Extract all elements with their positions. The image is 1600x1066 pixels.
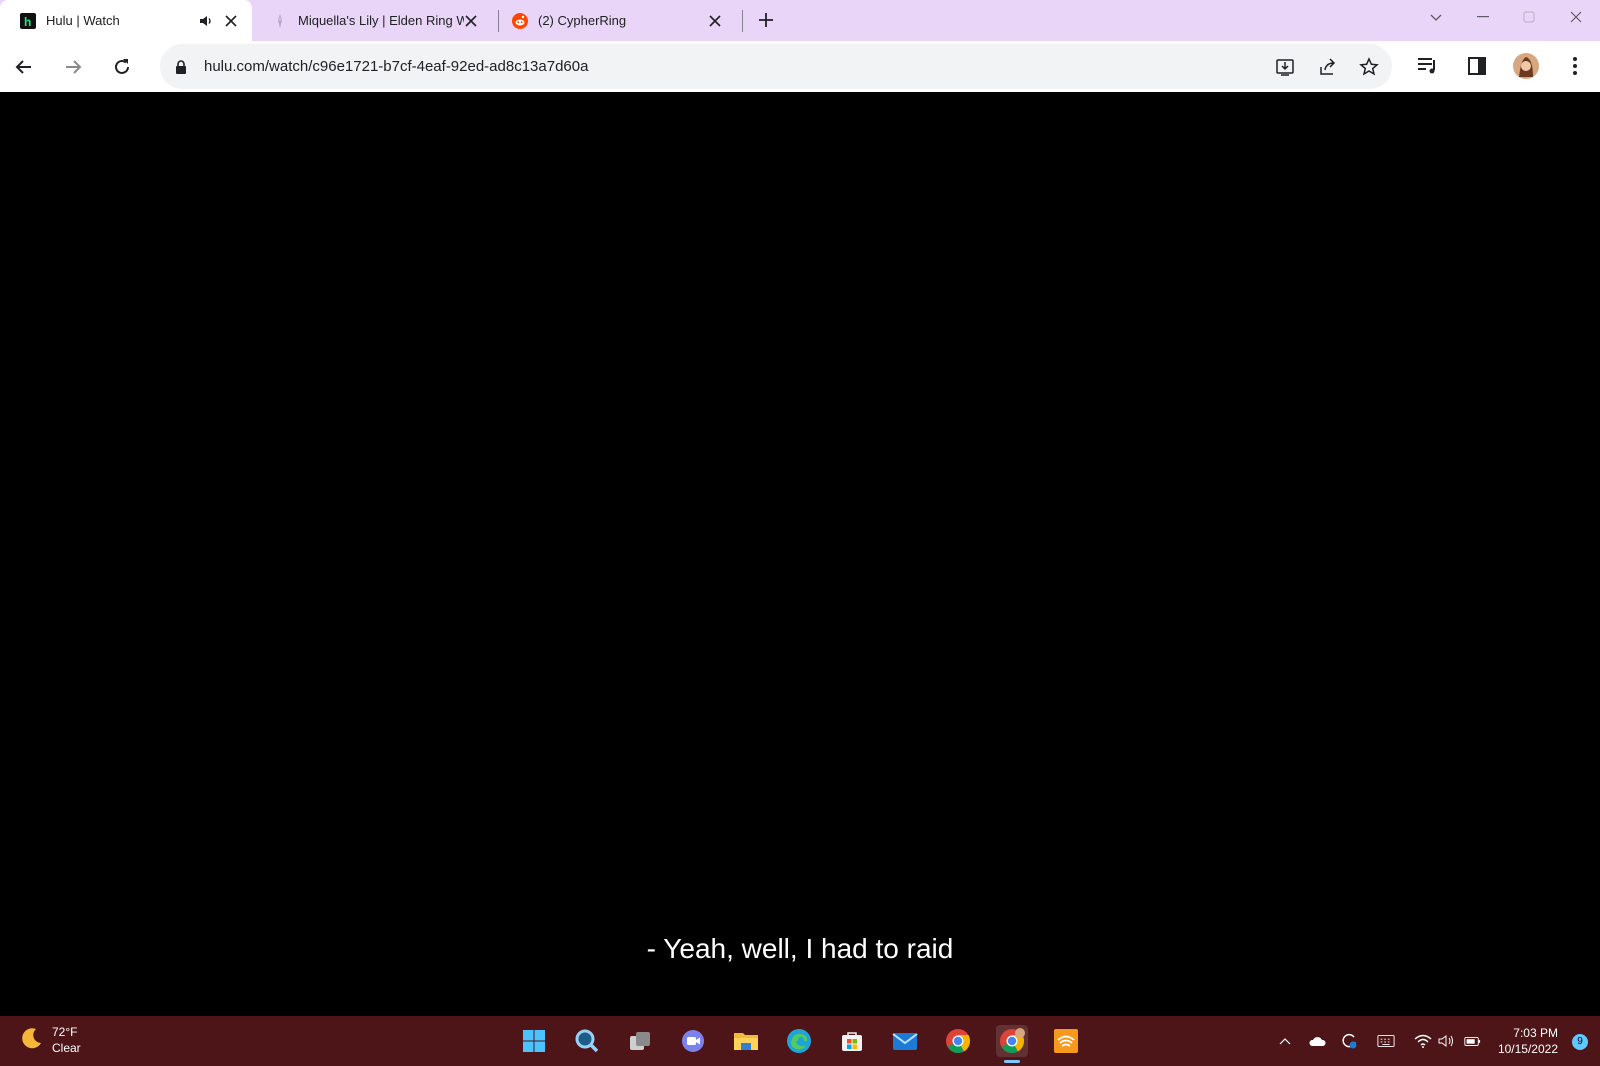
store-icon[interactable] (836, 1025, 868, 1057)
weather-widget[interactable]: 72°F Clear (18, 1024, 81, 1056)
tab-title: (2) CypherRing (538, 13, 627, 28)
side-panel-icon[interactable] (1464, 53, 1490, 79)
tab-strip: h Hulu | Watch Miquella's Lily | Elden R… (0, 0, 1600, 41)
video-player[interactable] (0, 92, 1600, 1016)
tab-search-chevron-icon[interactable] (1422, 6, 1450, 28)
tab-title: Hulu | Watch (46, 13, 120, 28)
start-windows-icon[interactable] (518, 1025, 550, 1057)
tab-miquellas-lily[interactable]: Miquella's Lily | Elden Ring Wik (252, 0, 492, 41)
windows-taskbar: 72°F Clear 7:03 PM 10/15/2022 9 (0, 1016, 1600, 1066)
search-icon[interactable] (571, 1025, 603, 1057)
moon-icon (18, 1025, 44, 1056)
sync-icon[interactable] (1340, 1032, 1358, 1050)
reload-icon[interactable] (107, 52, 137, 82)
hulu-icon: h (20, 12, 36, 29)
system-clock[interactable]: 7:03 PM 10/15/2022 (1498, 1025, 1558, 1057)
tab-separator (742, 10, 743, 32)
reddit-icon (512, 12, 528, 29)
close-window-icon[interactable] (1562, 6, 1590, 28)
maximize-icon[interactable] (1515, 6, 1543, 28)
weather-temp: 72°F (52, 1025, 78, 1039)
keyboard-icon[interactable] (1377, 1032, 1395, 1050)
speaker-icon[interactable] (198, 13, 214, 29)
close-tab-icon[interactable] (462, 12, 480, 30)
battery-icon[interactable] (1463, 1032, 1481, 1050)
address-bar[interactable]: hulu.com/watch/c96e1721-b7cf-4eaf-92ed-a… (160, 44, 1392, 89)
profile-avatar-icon[interactable] (1513, 53, 1539, 79)
weather-desc: Clear (52, 1041, 81, 1055)
share-icon[interactable] (1317, 56, 1339, 78)
close-tab-icon[interactable] (706, 12, 724, 30)
file-explorer-icon[interactable] (730, 1025, 762, 1057)
active-app-indicator (1004, 1060, 1020, 1063)
forward-arrow-icon[interactable] (58, 52, 88, 82)
chrome-profile-icon[interactable] (996, 1025, 1028, 1063)
tab-title: Miquella's Lily | Elden Ring Wik (298, 13, 464, 28)
lily-icon (272, 13, 288, 29)
bookmark-star-icon[interactable] (1358, 56, 1380, 78)
volume-icon[interactable] (1437, 1032, 1455, 1050)
url-text[interactable]: hulu.com/watch/c96e1721-b7cf-4eaf-92ed-a… (204, 44, 588, 89)
close-tab-icon[interactable] (222, 12, 240, 30)
clock-date: 10/15/2022 (1497, 1042, 1558, 1056)
more-menu-icon[interactable] (1562, 53, 1588, 79)
tab-cypherring[interactable]: (2) CypherRing (492, 0, 736, 41)
onedrive-cloud-icon[interactable] (1308, 1032, 1326, 1050)
browser-toolbar: hulu.com/watch/c96e1721-b7cf-4eaf-92ed-a… (0, 41, 1600, 92)
teams-chat-icon[interactable] (677, 1025, 709, 1057)
notification-badge[interactable]: 9 (1572, 1034, 1588, 1050)
wifi-icon[interactable] (1414, 1032, 1432, 1050)
svg-text:h: h (24, 15, 31, 29)
edge-icon[interactable] (783, 1025, 815, 1057)
lock-icon[interactable] (174, 59, 188, 75)
install-app-icon[interactable] (1274, 56, 1296, 78)
video-subtitle: - Yeah, well, I had to raid (646, 933, 954, 964)
new-tab-icon[interactable] (756, 10, 776, 30)
media-control-icon[interactable] (1415, 53, 1441, 79)
minimize-icon[interactable] (1469, 6, 1497, 28)
show-hidden-icons-chevron-icon[interactable] (1276, 1032, 1294, 1050)
task-view-icon[interactable] (624, 1025, 656, 1057)
tab-hulu-watch[interactable]: h Hulu | Watch (0, 0, 252, 41)
mail-icon[interactable] (889, 1025, 921, 1057)
chrome-icon[interactable] (942, 1025, 974, 1057)
back-arrow-icon[interactable] (9, 52, 39, 82)
audible-icon[interactable] (1050, 1025, 1082, 1057)
clock-time: 7:03 PM (1513, 1026, 1558, 1040)
